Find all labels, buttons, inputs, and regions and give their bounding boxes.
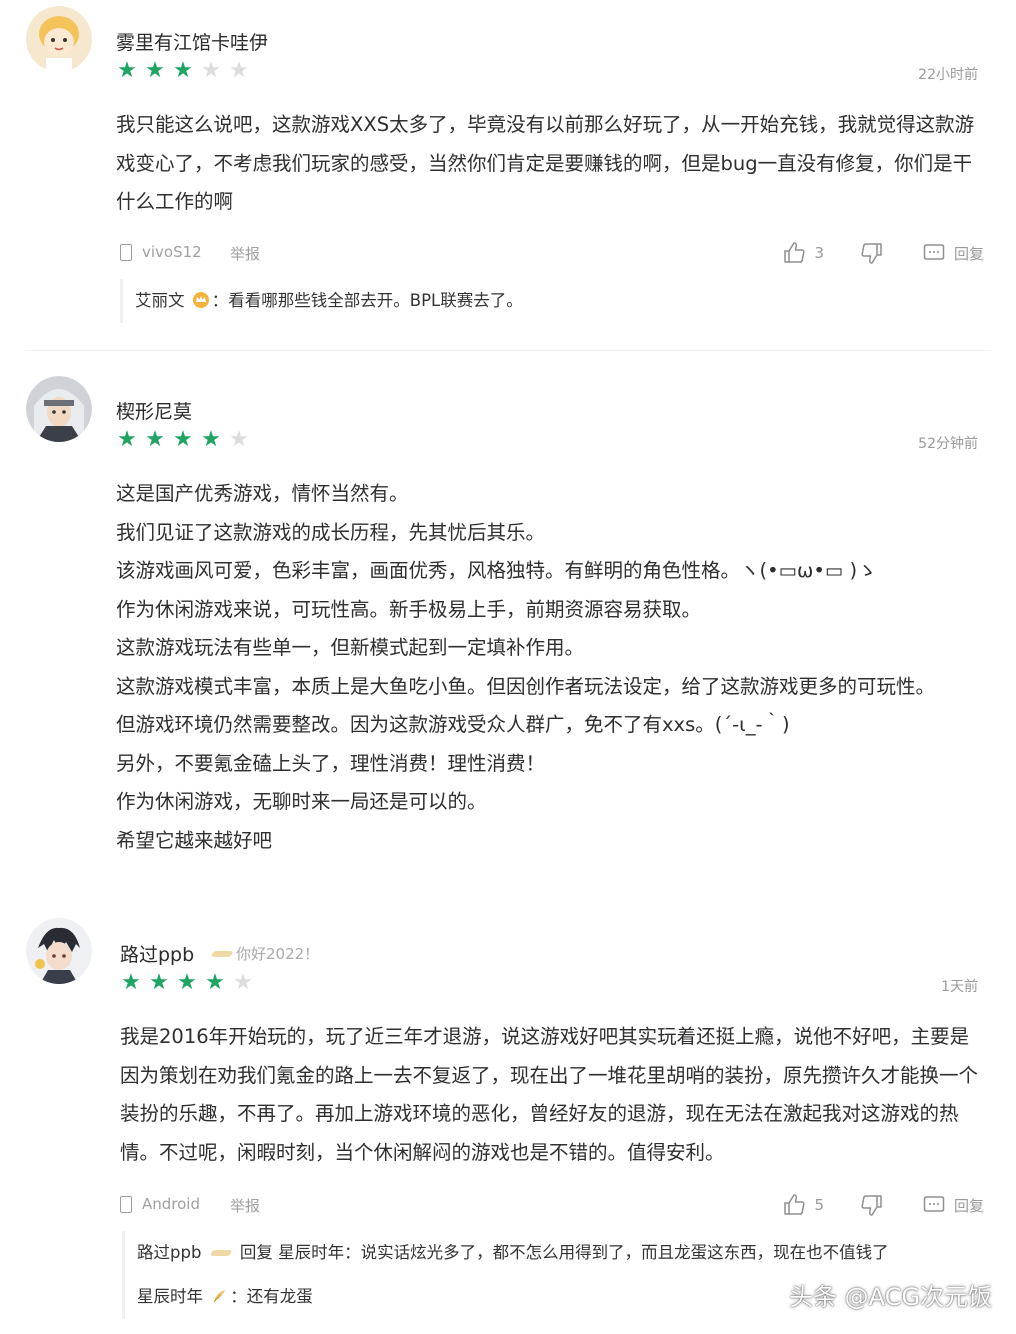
reply-button[interactable]: 回复: [922, 241, 984, 265]
star-icon: ★: [205, 970, 225, 995]
star-icon: ★: [177, 970, 197, 995]
review-paragraph: 我是2016年开始玩的，玩了近三年才退游，说这游戏好吧其实玩着还挺上瘾，说他不好…: [120, 1025, 979, 1164]
review-paragraph: 但游戏环境仍然需要整改。因为这款游戏受众人群广，免不了有xxs。(´-ι_-｀): [116, 713, 790, 736]
username[interactable]: 路过ppb: [120, 940, 194, 967]
divider: [26, 350, 990, 351]
reply-verb: 回复: [239, 1243, 273, 1262]
star-icon: ★: [145, 427, 165, 452]
star-icon: ★: [201, 427, 221, 452]
comment-icon: [923, 1196, 945, 1212]
star-icon: ★: [229, 427, 249, 452]
report-link[interactable]: 举报: [230, 243, 260, 264]
reply-label: 回复: [953, 1196, 984, 1215]
review-paragraph: 这是国产优秀游戏，情怀当然有。: [116, 482, 409, 505]
review-paragraph: 这款游戏玩法有些单一，但新模式起到一定填补作用。: [116, 636, 585, 659]
review-paragraph: 作为休闲游戏来说，可玩性高。新手极易上手，前期资源容易获取。: [116, 597, 702, 621]
review-time: 52分钟前: [918, 436, 978, 452]
feather-badge-icon: [213, 1290, 226, 1303]
star-rating: ★ ★ ★ ★ ★: [116, 60, 250, 82]
device-name: Android: [142, 1195, 200, 1213]
thumbs-down-icon: [861, 1195, 882, 1216]
device-info: Android: [120, 1195, 200, 1213]
dislike-button[interactable]: [860, 1193, 884, 1217]
phone-icon: [120, 1195, 132, 1213]
star-rating: ★ ★ ★ ★ ★: [116, 429, 250, 451]
badge-text: 你好2022！: [236, 945, 320, 963]
reply-target[interactable]: 星辰时年: [278, 1243, 344, 1262]
username[interactable]: 楔形尼莫: [116, 397, 192, 424]
like-button[interactable]: 5: [782, 1193, 824, 1217]
star-icon: ★: [145, 58, 165, 83]
like-count: 5: [814, 1196, 824, 1214]
reply-list: 艾丽文 ：看看哪那些钱全部去开。BPL联赛去了。: [120, 279, 980, 323]
like-count: 3: [814, 244, 824, 262]
star-icon: ★: [117, 58, 137, 83]
review-paragraph: 我们见证了这款游戏的成长历程，先其忧后其乐。: [116, 520, 546, 544]
reply-button[interactable]: 回复: [922, 1193, 984, 1217]
star-icon: ★: [117, 427, 137, 452]
reply-author[interactable]: 路过ppb: [137, 1243, 201, 1262]
reply-item: 艾丽文 ：看看哪那些钱全部去开。BPL联赛去了。: [135, 279, 980, 323]
phone-icon: [120, 243, 132, 261]
thumbs-up-icon: [784, 242, 806, 263]
review-time: 22小时前: [918, 67, 978, 83]
badge-icon: [210, 950, 234, 957]
star-icon: ★: [233, 970, 253, 995]
thumbs-down-icon: [861, 243, 882, 264]
crown-badge-icon: [192, 292, 209, 308]
user-badge: 你好2022！: [210, 943, 320, 964]
reply-text: ：说实话炫光多了，都不怎么用得到了，而且龙蛋这东西，现在也不值钱了: [344, 1243, 889, 1262]
device-info: vivoS12: [120, 243, 202, 261]
star-icon: ★: [173, 58, 193, 83]
avatar[interactable]: [26, 6, 92, 72]
star-rating: ★ ★ ★ ★ ★: [120, 972, 254, 994]
device-name: vivoS12: [142, 243, 202, 261]
avatar[interactable]: [26, 918, 92, 984]
star-icon: ★: [149, 970, 169, 995]
comment-icon: [923, 244, 945, 260]
review-paragraph: 另外，不要氪金磕上头了，理性消费！理性消费！: [116, 751, 546, 775]
reply-author[interactable]: 星辰时年: [137, 1287, 203, 1306]
star-icon: ★: [229, 58, 249, 83]
review-paragraph: 这款游戏模式丰富，本质上是大鱼吃小鱼。但因创作者玩法设定，给了这款游戏更多的可玩…: [116, 674, 936, 698]
star-icon: ★: [121, 970, 141, 995]
avatar[interactable]: [26, 376, 92, 442]
star-icon: ★: [173, 427, 193, 452]
review-paragraph: 我只能这么说吧，这款游戏XXS太多了，毕竟没有以前那么好玩了，从一开始充钱，我就…: [116, 113, 975, 213]
dislike-button[interactable]: [860, 241, 884, 265]
review-text: 我只能这么说吧，这款游戏XXS太多了，毕竟没有以前那么好玩了，从一开始充钱，我就…: [116, 106, 986, 222]
reply-author[interactable]: 艾丽文: [135, 291, 185, 310]
review-meta: vivoS12 举报 3 回复: [120, 241, 984, 267]
username[interactable]: 雾里有江馆卡哇伊: [116, 28, 268, 55]
review-paragraph: 该游戏画风可爱，色彩丰富，画面优秀，风格独特。有鲜明的角色性格。ヽ(•▭ω•▭ …: [116, 559, 877, 582]
thumbs-up-icon: [784, 1194, 806, 1215]
review-paragraph: 作为休闲游戏，无聊时来一局还是可以的。: [116, 790, 487, 813]
review-time: 1天前: [941, 979, 978, 995]
review-actions: 3 回复: [782, 241, 984, 265]
review-text: 这是国产优秀游戏，情怀当然有。 我们见证了这款游戏的成长历程，先其忧后其乐。 该…: [116, 475, 986, 860]
reply-item: 路过ppb 回复 星辰时年：说实话炫光多了，都不怎么用得到了，而且龙蛋这东西，现…: [137, 1231, 982, 1275]
watermark: 头条 @ACG次元饭: [789, 1283, 992, 1311]
like-button[interactable]: 3: [782, 241, 824, 265]
review-actions: 5 回复: [782, 1193, 984, 1217]
reply-text: ：还有龙蛋: [230, 1287, 313, 1306]
review-meta: Android 举报 5 回复: [120, 1193, 984, 1219]
star-icon: ★: [201, 58, 221, 83]
review-text: 我是2016年开始玩的，玩了近三年才退游，说这游戏好吧其实玩着还挺上瘾，说他不好…: [120, 1018, 986, 1172]
badge-icon: [209, 1250, 233, 1256]
reply-label: 回复: [953, 244, 984, 263]
review-paragraph: 希望它越来越好吧: [116, 828, 273, 852]
report-link[interactable]: 举报: [230, 1195, 260, 1216]
reply-text: ：看看哪那些钱全部去开。BPL联赛去了。: [211, 291, 523, 310]
